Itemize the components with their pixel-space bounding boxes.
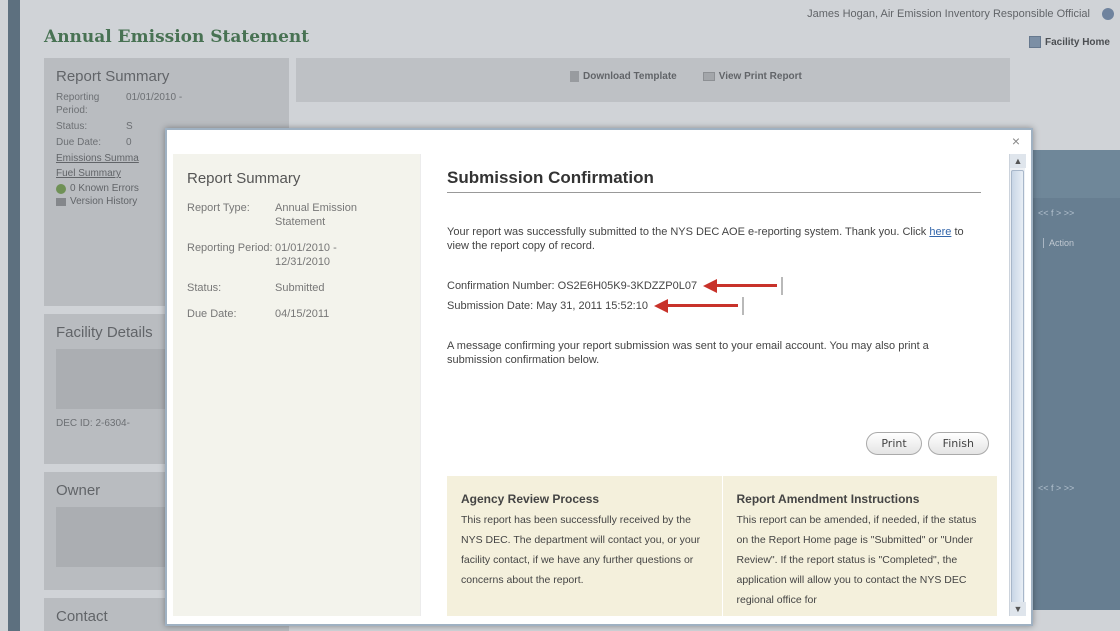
- due-date-value: 04/15/2011: [275, 308, 330, 320]
- dialog-buttons: Print Finish: [866, 432, 989, 455]
- status-row: Status: Submitted: [187, 281, 406, 295]
- reporting-period-value: 01/01/2010 - 12/31/2010: [275, 242, 337, 268]
- dialog-title: Submission Confirmation: [447, 168, 981, 193]
- success-message: Your report was successfully submitted t…: [447, 225, 981, 253]
- dialog-scrollbar[interactable]: ▲ ▼: [1009, 154, 1026, 616]
- email-message: A message confirming your report submiss…: [447, 340, 929, 366]
- report-amendment-panel: Report Amendment Instructions This repor…: [721, 476, 998, 616]
- submission-confirmation-dialog: × Report Summary Report Type: Annual Emi…: [165, 128, 1033, 626]
- scroll-thumb[interactable]: [1011, 170, 1024, 610]
- reporting-period-label: Reporting Period:: [187, 242, 273, 254]
- due-date-label: Due Date:: [187, 308, 237, 320]
- arrow-shaft: [665, 304, 738, 307]
- report-amendment-title: Report Amendment Instructions: [736, 492, 920, 506]
- due-date-row: Due Date: 04/15/2011: [187, 307, 406, 321]
- close-icon[interactable]: ×: [1009, 133, 1023, 149]
- arrow-icon: [653, 297, 748, 315]
- status-value: Submitted: [275, 282, 325, 294]
- status-label: Status:: [187, 282, 222, 294]
- report-type-row: Report Type: Annual Emission Statement: [187, 201, 406, 229]
- report-type-value: Annual Emission Statement: [275, 202, 357, 228]
- dialog-report-summary-heading: Report Summary: [187, 170, 301, 187]
- agency-review-panel: Agency Review Process This report has be…: [447, 476, 722, 616]
- agency-review-text: This report has been successfully receiv…: [461, 514, 701, 586]
- submission-date-row: Submission Date: May 31, 2011 15:52:10: [447, 297, 981, 315]
- dialog-info-panels: Agency Review Process This report has be…: [447, 476, 997, 616]
- arrow-shaft: [715, 284, 778, 287]
- dialog-report-summary: Report Summary Report Type: Annual Emiss…: [173, 154, 421, 616]
- submission-date: Submission Date: May 31, 2011 15:52:10: [447, 300, 648, 312]
- arrow-bracket: [781, 277, 784, 295]
- print-button[interactable]: Print: [866, 432, 922, 455]
- scroll-up-icon[interactable]: ▲: [1010, 154, 1026, 168]
- finish-button[interactable]: Finish: [927, 432, 989, 455]
- here-link[interactable]: here: [929, 226, 951, 238]
- arrow-icon: [703, 277, 787, 295]
- report-type-label: Report Type:: [187, 202, 250, 214]
- success-text: Your report was successfully submitted t…: [447, 226, 927, 238]
- confirmation-number-row: Confirmation Number: OS2E6H05K9-3KDZZP0L…: [447, 277, 981, 295]
- report-amendment-text: This report can be amended, if needed, i…: [736, 514, 977, 606]
- arrow-bracket: [741, 297, 744, 315]
- confirmation-number: Confirmation Number: OS2E6H05K9-3KDZZP0L…: [447, 280, 698, 292]
- scroll-down-icon[interactable]: ▼: [1010, 602, 1026, 616]
- reporting-period-row: Reporting Period: 01/01/2010 - 12/31/201…: [187, 241, 406, 269]
- agency-review-title: Agency Review Process: [461, 492, 600, 506]
